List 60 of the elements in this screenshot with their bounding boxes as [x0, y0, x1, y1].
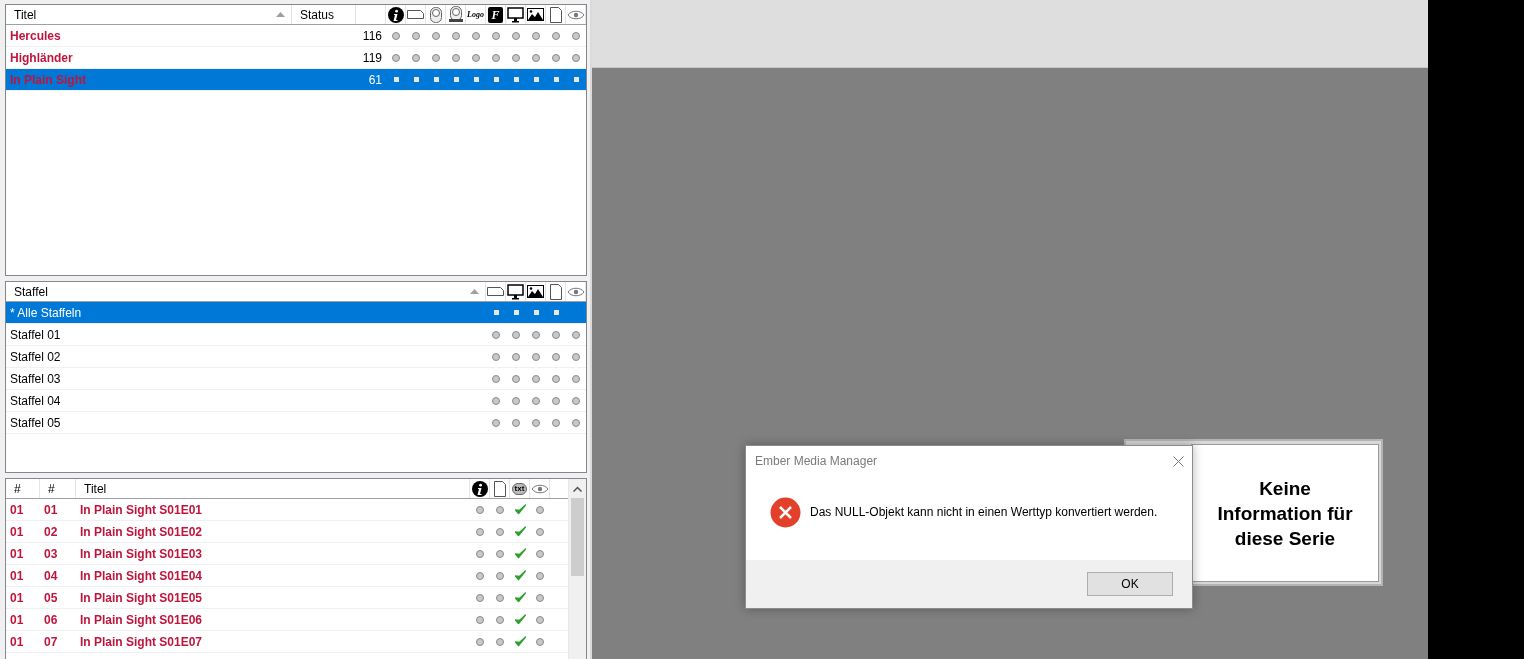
episode-title: In Plain Sight S01E06	[80, 612, 203, 627]
episode-title: In Plain Sight S01E03	[80, 546, 203, 561]
season-label: * Alle Staffeln	[10, 305, 82, 320]
episode-number: 02	[44, 524, 58, 539]
season-label: Staffel 05	[10, 415, 61, 430]
episode-count: 116	[362, 28, 382, 43]
episode-count: 119	[362, 50, 382, 65]
scroll-thumb[interactable]	[571, 498, 584, 576]
series-title: Hercules	[10, 28, 61, 43]
series-row[interactable]: In Plain Sight 61	[6, 69, 586, 91]
episode-title: In Plain Sight S01E04	[80, 568, 203, 583]
dialog-message: Das NULL-Objekt kann nicht in einen Werttyp konvertiert werden.	[810, 505, 1158, 519]
season-label: Staffel 02	[10, 349, 61, 364]
season-number: 01	[10, 568, 24, 583]
episode-number: 04	[44, 568, 58, 583]
season-number: 01	[10, 590, 24, 605]
scroll-up-icon[interactable]	[573, 486, 582, 492]
episode-number: 01	[44, 502, 58, 517]
episode-title: In Plain Sight S01E02	[80, 524, 203, 539]
season-label: Staffel 01	[10, 327, 61, 342]
episode-number: 06	[44, 612, 58, 627]
column-header[interactable]: Status	[292, 5, 356, 24]
sort-arrow-icon	[470, 289, 479, 294]
episode-number: 03	[44, 546, 58, 561]
fanart-icon: F	[488, 6, 503, 23]
episode-number: 05	[44, 590, 58, 605]
episode-count: 61	[368, 72, 382, 87]
banner-icon	[487, 287, 504, 296]
landscape-icon	[527, 8, 544, 21]
info-message: Keine Information für diese Serie	[1216, 476, 1354, 551]
season-number: 01	[10, 502, 24, 517]
ok-button[interactable]: OK	[1087, 572, 1173, 596]
logo-label: Logo	[467, 10, 484, 19]
season-number: 01	[10, 612, 24, 627]
season-row[interactable]: * Alle Staffeln	[6, 302, 586, 324]
episode-title: In Plain Sight S01E07	[80, 634, 203, 649]
series-title: In Plain Sight	[10, 72, 86, 87]
season-number: 01	[10, 546, 24, 561]
season-number: 01	[10, 524, 24, 539]
column-header[interactable]: Staffel	[6, 282, 486, 301]
scrollbar[interactable]	[568, 479, 586, 659]
landscape-icon	[527, 285, 544, 298]
subtitle-icon: txt	[511, 482, 528, 495]
close-icon[interactable]	[1173, 455, 1184, 467]
sort-arrow-icon	[276, 12, 285, 17]
season-number: 01	[10, 634, 24, 649]
episode-title: In Plain Sight S01E05	[80, 590, 203, 605]
column-header[interactable]: Titel	[76, 479, 470, 498]
season-label: Staffel 03	[10, 371, 61, 386]
banner-icon	[407, 10, 424, 19]
series-title: Highländer	[10, 50, 73, 65]
season-label: Staffel 04	[10, 393, 61, 408]
error-icon	[770, 496, 801, 528]
episode-number: 07	[44, 634, 58, 649]
eye-icon	[530, 483, 549, 494]
dialog-title: Ember Media Manager	[755, 454, 878, 468]
column-header[interactable]: #	[40, 479, 76, 498]
episode-title: In Plain Sight S01E01	[80, 502, 203, 517]
column-header[interactable]: #	[6, 479, 40, 498]
column-header[interactable]: Titel	[6, 5, 292, 24]
